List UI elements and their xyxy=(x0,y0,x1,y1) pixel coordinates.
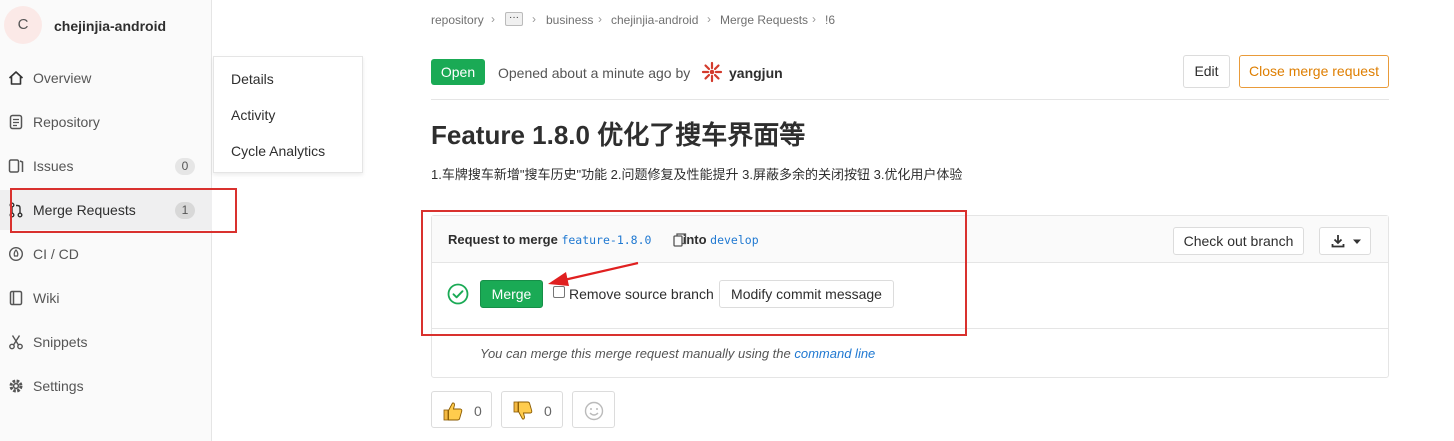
manual-merge-hint: You can merge this merge request manuall… xyxy=(480,346,875,361)
breadcrumb-ellipsis-button[interactable]: ··· xyxy=(505,12,523,26)
edit-button[interactable]: Edit xyxy=(1183,55,1230,88)
sidebar-item-label: CI / CD xyxy=(33,246,79,262)
target-branch[interactable]: develop xyxy=(710,233,758,247)
flyout-item-activity[interactable]: Activity xyxy=(231,107,275,123)
book-icon xyxy=(9,290,23,306)
download-dropdown-button[interactable] xyxy=(1319,227,1371,255)
request-to-merge-label: Request to merge xyxy=(448,232,558,247)
sidebar-item-merge-requests[interactable]: Merge Requests 1 xyxy=(0,190,212,230)
page-title: Feature 1.8.0 优化了搜车界面等 xyxy=(431,120,806,150)
divider xyxy=(432,328,1388,329)
doc-icon xyxy=(9,114,23,130)
sidebar-item-label: Merge Requests xyxy=(33,202,136,218)
sidebar-item-snippets[interactable]: Snippets xyxy=(0,322,212,362)
success-check-icon xyxy=(447,283,469,305)
breadcrumb-item-merge-requests[interactable]: Merge Requests xyxy=(720,13,808,27)
breadcrumb-chevron-icon: › xyxy=(707,12,711,26)
merge-requests-count-badge: 1 xyxy=(175,202,195,219)
sidebar-item-repository[interactable]: Repository xyxy=(0,102,212,142)
divider xyxy=(431,99,1389,100)
merge-widget: Request to merge feature-1.8.0 into deve… xyxy=(431,215,1389,378)
annotation-arrow xyxy=(548,261,639,286)
sidebar-item-label: Repository xyxy=(33,114,100,130)
thumbsdown-icon xyxy=(513,401,533,420)
thumbsup-count: 0 xyxy=(474,403,482,419)
issues-count-badge: 0 xyxy=(175,158,195,175)
breadcrumb-chevron-icon: › xyxy=(491,12,495,26)
sidebar-item-settings[interactable]: Settings xyxy=(0,366,212,406)
project-avatar[interactable]: C xyxy=(4,6,42,44)
copy-icon[interactable] xyxy=(673,233,687,247)
sidebar-item-label: Issues xyxy=(33,158,74,174)
add-reaction-button[interactable] xyxy=(572,391,615,428)
project-name[interactable]: chejinjia-android xyxy=(54,18,166,34)
sidebar-item-wiki[interactable]: Wiki xyxy=(0,278,212,318)
flyout-item-details[interactable]: Details xyxy=(231,71,274,87)
check-out-branch-button[interactable]: Check out branch xyxy=(1173,227,1304,255)
gear-icon xyxy=(9,379,23,393)
sidebar-item-label: Snippets xyxy=(33,334,88,350)
smiley-icon xyxy=(584,401,604,421)
breadcrumb-item-business[interactable]: business xyxy=(546,13,593,27)
merge-button[interactable]: Merge xyxy=(480,280,543,308)
source-branch[interactable]: feature-1.8.0 xyxy=(561,233,651,247)
breadcrumb-chevron-icon: › xyxy=(598,12,602,26)
sidebar: C chejinjia-android Overview Repository … xyxy=(0,0,212,441)
thumbsup-award-button[interactable]: 0 xyxy=(431,391,492,428)
author-avatar[interactable] xyxy=(701,61,723,83)
flyout-item-cycle-analytics[interactable]: Cycle Analytics xyxy=(231,143,325,159)
project-header[interactable]: C chejinjia-android xyxy=(0,0,212,56)
sidebar-item-label: Settings xyxy=(33,378,84,394)
breadcrumb-item-current[interactable]: !6 xyxy=(825,13,835,27)
close-merge-request-button[interactable]: Close merge request xyxy=(1239,55,1389,88)
sidebar-item-label: Wiki xyxy=(33,290,60,306)
thumbsdown-award-button[interactable]: 0 xyxy=(501,391,563,428)
breadcrumb-item-repository[interactable]: repository xyxy=(431,13,484,27)
breadcrumb-item-project[interactable]: chejinjia-android xyxy=(611,13,698,27)
modify-commit-message-button[interactable]: Modify commit message xyxy=(719,280,894,308)
thumbsup-icon xyxy=(443,402,463,421)
sidebar-flyout-menu: Details Activity Cycle Analytics xyxy=(213,56,363,173)
author-name[interactable]: yangjun xyxy=(729,65,783,81)
sidebar-item-label: Overview xyxy=(33,70,92,86)
sidebar-item-ci-cd[interactable]: CI / CD xyxy=(0,234,212,274)
breadcrumb-chevron-icon: › xyxy=(812,12,816,26)
download-icon xyxy=(1331,235,1345,248)
home-icon xyxy=(8,71,24,85)
thumbsdown-count: 0 xyxy=(544,403,552,419)
breadcrumb-chevron-icon: › xyxy=(532,12,536,26)
issues-icon xyxy=(8,159,24,173)
sidebar-item-issues[interactable]: Issues 0 xyxy=(0,146,212,186)
status-badge: Open xyxy=(431,59,485,85)
sidebar-item-overview[interactable]: Overview xyxy=(0,58,212,98)
rocket-icon xyxy=(8,246,24,262)
command-line-link[interactable]: command line xyxy=(794,346,875,361)
mr-description: 1.车牌搜车新增"搜车历史"功能 2.问题修复及性能提升 3.屏蔽多余的关闭按钮… xyxy=(431,167,963,182)
chevron-down-icon xyxy=(1353,239,1361,244)
opened-info-text: Opened about a minute ago by xyxy=(498,65,691,81)
scissors-icon xyxy=(9,335,23,350)
merge-request-branch-info: Request to merge feature-1.8.0 into deve… xyxy=(448,232,759,247)
manual-merge-text: You can merge this merge request manuall… xyxy=(480,346,791,361)
merge-request-icon xyxy=(9,202,23,218)
